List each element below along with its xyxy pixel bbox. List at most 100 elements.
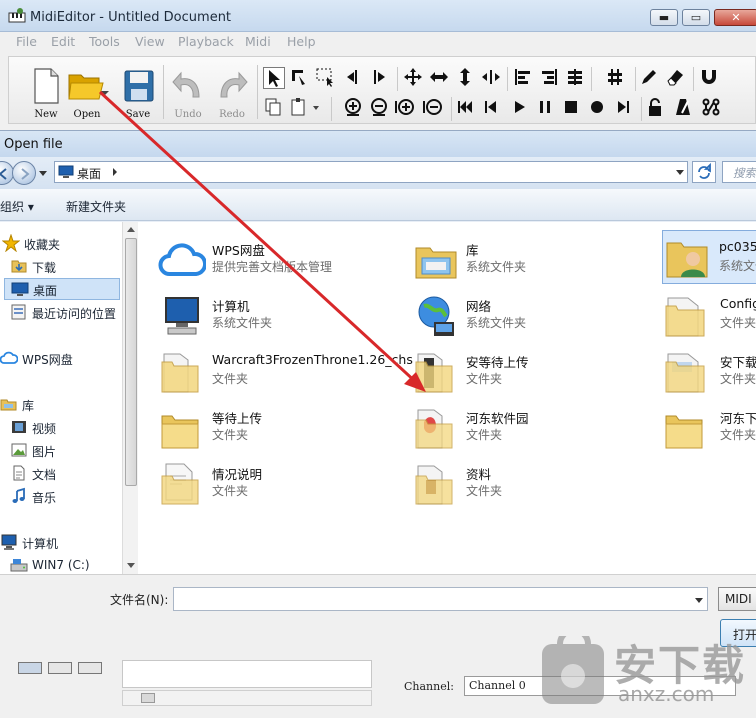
menu-midi[interactable]: Midi <box>245 34 271 49</box>
computer-icon <box>165 297 199 335</box>
track-tool-button[interactable] <box>18 662 42 674</box>
move-all-button[interactable] <box>403 67 425 89</box>
folder-icon <box>665 415 703 449</box>
menu-view[interactable]: View <box>135 34 165 49</box>
select-single-button[interactable] <box>289 67 311 89</box>
close-button[interactable]: ✕ <box>714 9 756 26</box>
paste-button[interactable] <box>289 97 323 119</box>
file-item[interactable]: 河东软件园 文件夹 <box>412 402 662 454</box>
select-box-button[interactable] <box>315 67 337 89</box>
minimize-button[interactable]: ▬ <box>650 9 678 26</box>
metronome-button[interactable] <box>673 97 695 119</box>
scrollbar-thumb[interactable] <box>125 238 137 486</box>
select-left-button[interactable] <box>343 67 365 89</box>
lock-button[interactable] <box>645 97 667 119</box>
filename-dropdown-icon[interactable] <box>694 597 704 604</box>
track-tool-button[interactable] <box>78 662 102 674</box>
select-right-button[interactable] <box>369 67 391 89</box>
history-dropdown-icon[interactable] <box>38 170 48 178</box>
zoom-out-horizontal-button[interactable] <box>423 97 445 119</box>
menu-playback[interactable]: Playback <box>178 34 234 49</box>
filename-input[interactable] <box>173 587 708 611</box>
zoom-in-horizontal-button[interactable] <box>395 97 417 119</box>
stop-icon <box>565 101 577 113</box>
track-tool-button[interactable] <box>48 662 72 674</box>
file-item[interactable]: 等待上传 文件夹 <box>158 402 408 454</box>
file-item[interactable]: 情况说明 文件夹 <box>158 458 408 510</box>
file-item[interactable]: 库 系统文件夹 <box>412 234 662 286</box>
file-item[interactable]: WPS网盘 提供完善文档版本管理 <box>158 234 408 286</box>
select-tool-button[interactable] <box>263 67 285 89</box>
menu-help[interactable]: Help <box>287 34 316 49</box>
step-back-icon <box>485 101 496 113</box>
refresh-button[interactable] <box>692 161 716 183</box>
scroll-down-icon[interactable] <box>126 562 136 570</box>
menu-edit[interactable]: Edit <box>51 34 75 49</box>
nav-desktop[interactable]: 桌面 <box>4 278 120 300</box>
file-item[interactable]: 安等待上传 文件夹 <box>412 346 662 398</box>
organize-button[interactable]: 组织 ▾ <box>0 198 34 215</box>
toolbar-separator <box>635 67 636 91</box>
copy-button[interactable] <box>263 97 285 119</box>
box-select-icon <box>316 68 333 87</box>
back-button[interactable] <box>481 97 503 119</box>
file-item-selected[interactable]: pc0359 系统文件夹 <box>662 230 756 284</box>
filetype-select[interactable]: MIDI <box>718 587 756 611</box>
zoom-in-vertical-button[interactable] <box>343 97 365 119</box>
maximize-button[interactable]: ▭ <box>682 9 710 26</box>
menu-file[interactable]: File <box>16 34 37 49</box>
size-change-button[interactable] <box>481 67 503 89</box>
save-button[interactable]: Save <box>119 63 157 120</box>
move-horizontal-icon <box>430 72 448 82</box>
download-folder-icon <box>11 260 27 273</box>
file-item[interactable]: Config 文件夹 <box>662 290 756 342</box>
undo-label: Undo <box>174 109 202 120</box>
navigation-pane: 收藏夹 下载 桌面 最近访问的位置 WPS网盘 库 视频 图片 文档 音乐 计算… <box>0 222 122 574</box>
scroll-up-icon[interactable] <box>126 225 136 233</box>
zoom-in-icon <box>345 98 361 116</box>
redo-button[interactable]: Redo <box>213 63 251 120</box>
new-folder-button[interactable]: 新建文件夹 <box>66 198 126 215</box>
file-item[interactable]: 安下载 文件夹 <box>662 346 756 398</box>
file-item[interactable]: 河东下载 文件夹 <box>662 402 756 454</box>
back-to-begin-button[interactable] <box>455 97 477 119</box>
breadcrumb-chevron-icon[interactable] <box>111 168 119 176</box>
align-left-button[interactable] <box>513 67 535 89</box>
file-item[interactable]: Warcraft3FrozenThrone1.26_chs 文件夹 <box>158 346 413 398</box>
equalize-button[interactable] <box>565 67 587 89</box>
record-button[interactable] <box>587 97 609 119</box>
pencil-tool-button[interactable] <box>639 67 661 89</box>
forward-nav-button[interactable] <box>12 161 36 185</box>
eraser-tool-button[interactable] <box>665 67 687 89</box>
magnet-button[interactable] <box>699 67 721 89</box>
glue-button[interactable] <box>605 67 627 89</box>
address-dropdown-icon[interactable] <box>675 169 685 176</box>
music-icon <box>12 487 25 503</box>
folder-icon <box>161 353 199 393</box>
file-item[interactable]: 资料 文件夹 <box>412 458 662 510</box>
scrollbar-thumb[interactable] <box>141 693 155 703</box>
zoom-out-vertical-button[interactable] <box>369 97 391 119</box>
menu-tools[interactable]: Tools <box>89 34 120 49</box>
undo-button[interactable]: Undo <box>169 63 207 120</box>
event-grid[interactable] <box>122 660 372 688</box>
navigation-scrollbar[interactable] <box>122 222 138 574</box>
pause-button[interactable] <box>535 97 557 119</box>
open-button[interactable]: Open <box>65 63 109 120</box>
address-bar[interactable]: 桌面 <box>54 161 688 183</box>
file-item[interactable]: 计算机 系统文件夹 <box>158 290 408 342</box>
move-horizontal-button[interactable] <box>429 67 451 89</box>
align-right-button[interactable] <box>539 67 561 89</box>
desktop-icon <box>58 165 74 178</box>
search-box[interactable]: 搜索 <box>722 161 756 183</box>
network-globe-icon <box>418 296 454 336</box>
file-item[interactable]: 网络 系统文件夹 <box>412 290 662 342</box>
user-folder-icon <box>666 242 708 278</box>
forward-button[interactable] <box>613 97 635 119</box>
stop-button[interactable] <box>561 97 583 119</box>
move-vertical-button[interactable] <box>455 67 477 89</box>
connections-button[interactable] <box>701 97 723 119</box>
play-button[interactable] <box>509 97 531 119</box>
horizontal-scrollbar[interactable] <box>122 690 372 706</box>
refresh-icon <box>698 162 711 179</box>
